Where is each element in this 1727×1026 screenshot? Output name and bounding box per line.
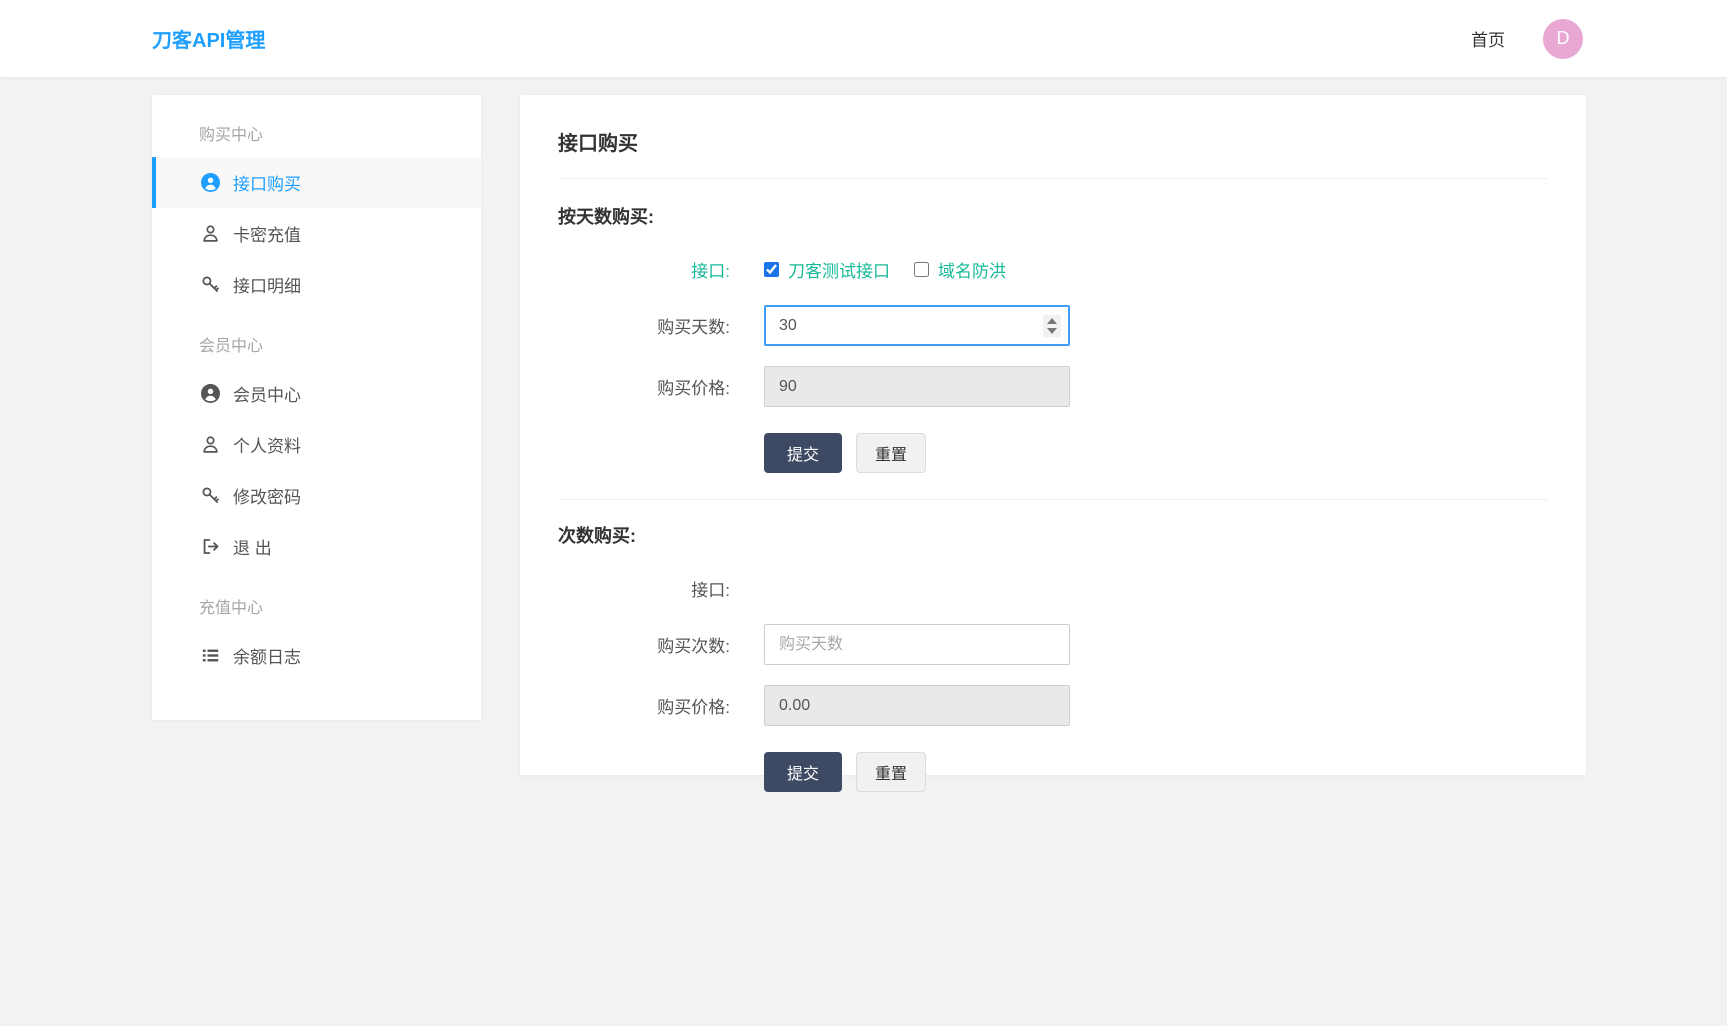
sidebar-item-label: 余额日志: [233, 648, 301, 667]
buy-times-input[interactable]: [764, 624, 1070, 665]
sign-out-icon: [201, 537, 220, 556]
brand-title[interactable]: 刀客API管理: [152, 24, 265, 53]
number-spinner[interactable]: [1043, 314, 1061, 337]
section-heading-by-days: 按天数购买:: [558, 207, 654, 227]
sidebar-item-label: 修改密码: [233, 488, 301, 507]
buy-days-input[interactable]: [764, 305, 1070, 346]
submit-button[interactable]: 提交: [764, 433, 843, 473]
reset-button[interactable]: 重置: [856, 433, 927, 473]
section-divider: [558, 499, 1548, 500]
domain-flood-checkbox[interactable]: [914, 261, 929, 277]
sidebar-group-member: 会员中心 会员中心 个人资料 修改密码 退 出: [152, 326, 481, 572]
sidebar-item-logout[interactable]: 退 出: [152, 521, 481, 572]
api-checkbox-row: 接口: 刀客测试接口 域名防洪: [558, 253, 1548, 285]
sidebar-group-title: 充值中心: [199, 600, 264, 617]
daoke-test-api-checkbox[interactable]: [764, 261, 779, 277]
header-right: 首页 D: [1471, 18, 1583, 59]
avatar-letter: D: [1556, 28, 1570, 48]
reset-button[interactable]: 重置: [856, 752, 927, 792]
user-icon: [201, 435, 220, 454]
sidebar-item-label: 接口购买: [233, 175, 301, 194]
sidebar-item-label: 会员中心: [233, 386, 301, 405]
sidebar-item-label: 卡密充值: [233, 226, 301, 245]
api-label: 接口:: [691, 580, 730, 600]
key-icon: [201, 275, 220, 294]
sidebar-item-profile[interactable]: 个人资料: [152, 419, 481, 470]
user-icon: [201, 224, 220, 243]
section-heading-by-times: 次数购买:: [558, 526, 636, 546]
by-times-buttons: 提交 重置: [764, 752, 1548, 792]
sidebar-group-title: 购买中心: [199, 127, 264, 144]
api-label: 接口:: [691, 261, 730, 281]
times-price-row: 购买价格:: [558, 685, 1548, 726]
sidebar-item-label: 退 出: [233, 539, 272, 558]
buy-times-label: 购买次数:: [657, 637, 730, 656]
page-title: 接口购买: [558, 133, 638, 155]
spinner-up-icon[interactable]: [1047, 317, 1057, 324]
sidebar-item-balance-log[interactable]: 余额日志: [152, 630, 481, 681]
checkbox-domain-flood[interactable]: 域名防洪: [914, 257, 1006, 282]
by-days-buttons: 提交 重置: [764, 433, 1548, 473]
top-header: 刀客API管理 首页 D: [0, 0, 1727, 78]
key-icon: [201, 486, 220, 505]
user-circle-icon: [201, 384, 220, 403]
times-price-input: [764, 685, 1070, 726]
list-icon: [201, 646, 220, 665]
buy-price-row: 购买价格:: [558, 366, 1548, 407]
main-card: 接口购买 按天数购买: 接口: 刀客测试接口 域名防洪 购买天数: 购买价格:: [520, 95, 1586, 821]
buy-price-label: 购买价格:: [657, 379, 730, 398]
buy-times-row: 购买次数:: [558, 624, 1548, 665]
sidebar-item-card-recharge[interactable]: 卡密充值: [152, 208, 481, 259]
buy-days-label: 购买天数:: [657, 318, 730, 337]
sidebar-item-api-detail[interactable]: 接口明细: [152, 259, 481, 310]
buy-days-row: 购买天数:: [558, 305, 1548, 346]
user-circle-icon: [201, 173, 220, 192]
checkbox-daoke-test-api[interactable]: 刀客测试接口: [764, 257, 890, 282]
api-row-empty: 接口:: [558, 572, 1548, 604]
sidebar-item-label: 接口明细: [233, 277, 301, 296]
checkbox-label: 刀客测试接口: [788, 261, 890, 281]
sidebar-item-label: 个人资料: [233, 437, 301, 456]
spinner-down-icon[interactable]: [1047, 327, 1057, 334]
buy-price-input: [764, 366, 1070, 407]
avatar[interactable]: D: [1543, 18, 1583, 59]
checkbox-label: 域名防洪: [938, 261, 1006, 281]
times-price-label: 购买价格:: [657, 698, 730, 717]
sidebar-group-purchase: 购买中心 接口购买 卡密充值 接口明细: [152, 115, 481, 310]
sidebar-item-member-center[interactable]: 会员中心: [152, 368, 481, 419]
sidebar: 购买中心 接口购买 卡密充值 接口明细 会员中心 会员中心 个人资料 修改密码 …: [152, 95, 481, 720]
sidebar-group-title: 会员中心: [199, 338, 264, 355]
sidebar-group-recharge: 充值中心 余额日志: [152, 588, 481, 681]
bottom-divider: [558, 820, 1548, 821]
sidebar-item-api-purchase[interactable]: 接口购买: [152, 157, 481, 208]
sidebar-item-change-password[interactable]: 修改密码: [152, 470, 481, 521]
buy-days-input-wrap: [764, 305, 1070, 346]
title-divider: [558, 178, 1548, 179]
submit-button[interactable]: 提交: [764, 752, 843, 792]
api-options: 刀客测试接口 域名防洪: [764, 257, 1016, 282]
nav-home-link[interactable]: 首页: [1471, 26, 1505, 51]
